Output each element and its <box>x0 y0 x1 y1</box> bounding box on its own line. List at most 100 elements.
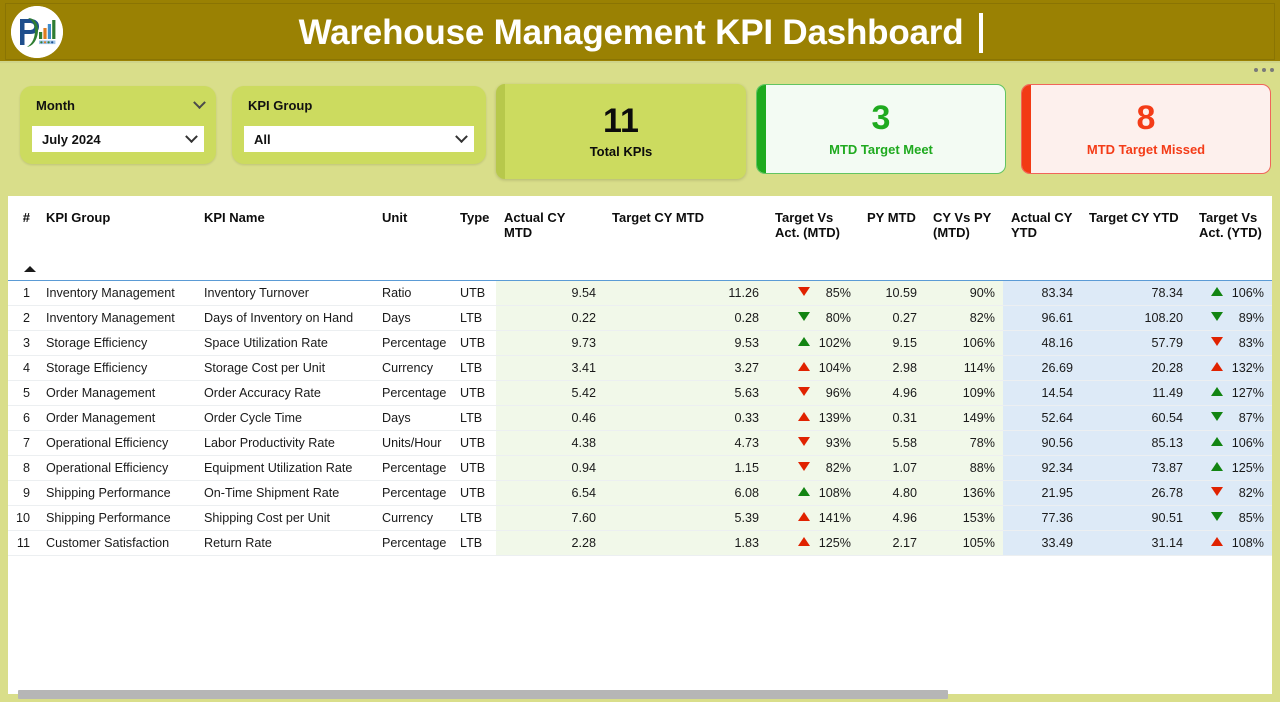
cell-kpi-group: Inventory Management <box>38 280 196 306</box>
cell-target-vs-act-ytd: 83% <box>1191 330 1272 356</box>
table-row[interactable]: 2 Inventory Management Days of Inventory o… <box>8 305 1272 331</box>
more-dot-1 <box>1254 68 1258 72</box>
trend-up-icon <box>798 411 810 421</box>
cell-actual-cy-ytd: 77.36 <box>1003 505 1081 531</box>
trend-down-icon <box>1211 411 1223 421</box>
card-mtd-target-meet[interactable]: 3 MTD Target Meet <box>756 84 1006 174</box>
cell-target-vs-act-ytd-value: 132% <box>1231 360 1264 375</box>
cell-target-vs-act-ytd-value: 82% <box>1238 485 1264 500</box>
table-row[interactable]: 5 Order Management Order Accuracy Rate Perc… <box>8 380 1272 406</box>
col-header-py-mtd[interactable]: PY MTD <box>859 196 925 281</box>
card-mtd-target-missed[interactable]: 8 MTD Target Missed <box>1021 84 1271 174</box>
cell-py-mtd: 9.15 <box>859 330 925 356</box>
cell-target-vs-act-mtd: 104% <box>767 355 859 381</box>
slicer-kpi-group[interactable]: KPI Group All <box>232 86 486 164</box>
horizontal-scrollbar[interactable] <box>18 690 948 699</box>
cell-index: 10 <box>8 505 38 531</box>
cell-target-vs-act-ytd-value: 87% <box>1238 410 1264 425</box>
cell-target-vs-act-mtd: 82% <box>767 455 859 481</box>
cell-target-vs-act-ytd-value: 127% <box>1231 385 1264 400</box>
col-header-target-cy-mtd[interactable]: Target CY MTD <box>604 196 767 281</box>
card-mtd-target-missed-label: MTD Target Missed <box>1086 141 1206 157</box>
cell-index: 7 <box>8 430 38 456</box>
cell-target-cy-mtd: 5.63 <box>604 380 767 406</box>
cell-index: 11 <box>8 530 38 556</box>
table-row[interactable]: 11 Customer Satisfaction Return Rate Percen… <box>8 530 1272 556</box>
trend-up-icon <box>1211 461 1223 471</box>
card-total-kpis-label: Total KPIs <box>589 144 653 160</box>
cell-target-cy-mtd: 5.39 <box>604 505 767 531</box>
cell-actual-cy-mtd: 4.38 <box>496 430 604 456</box>
table-row[interactable]: 1 Inventory Management Inventory Turnover R… <box>8 280 1272 306</box>
cell-target-cy-mtd: 0.33 <box>604 405 767 431</box>
cell-actual-cy-mtd: 9.73 <box>496 330 604 356</box>
cell-target-vs-act-mtd-value: 96% <box>825 385 851 400</box>
cell-kpi-name: Return Rate <box>196 530 374 556</box>
cell-cy-vs-py-mtd: 136% <box>925 480 1003 506</box>
cell-py-mtd: 4.80 <box>859 480 925 506</box>
more-options-icon[interactable] <box>1254 68 1274 72</box>
col-header-actual-cy-ytd[interactable]: Actual CY YTD <box>1003 196 1081 281</box>
cell-unit: Days <box>374 305 452 331</box>
cell-target-cy-ytd: 78.34 <box>1081 280 1191 306</box>
card-mtd-target-meet-value: 3 <box>871 99 891 138</box>
col-header-actual-cy-mtd[interactable]: Actual CY MTD <box>496 196 604 281</box>
table-row[interactable]: 4 Storage Efficiency Storage Cost per Unit… <box>8 355 1272 381</box>
sort-ascending-icon[interactable] <box>24 265 36 272</box>
cell-target-vs-act-mtd: 102% <box>767 330 859 356</box>
cell-type: LTB <box>452 505 496 531</box>
cell-kpi-name: Days of Inventory on Hand <box>196 305 374 331</box>
cell-cy-vs-py-mtd: 90% <box>925 280 1003 306</box>
trend-up-icon <box>1211 286 1223 296</box>
cell-target-vs-act-mtd-value: 139% <box>818 410 851 425</box>
cell-target-vs-act-ytd-value: 85% <box>1238 510 1264 525</box>
cell-target-cy-mtd: 3.27 <box>604 355 767 381</box>
col-header-unit[interactable]: Unit <box>374 196 452 281</box>
cell-cy-vs-py-mtd: 78% <box>925 430 1003 456</box>
cell-kpi-group: Order Management <box>38 405 196 431</box>
cell-target-vs-act-mtd-value: 80% <box>825 310 851 325</box>
col-header-cy-vs-py-mtd[interactable]: CY Vs PY (MTD) <box>925 196 1003 281</box>
col-header-kpi-group[interactable]: KPI Group <box>38 196 196 281</box>
cell-py-mtd: 2.98 <box>859 355 925 381</box>
chevron-down-icon[interactable] <box>455 129 468 143</box>
col-header-type[interactable]: Type <box>452 196 496 281</box>
cell-actual-cy-mtd: 9.54 <box>496 280 604 306</box>
card-total-kpis[interactable]: 11 Total KPIs <box>496 84 746 179</box>
table-row[interactable]: 7 Operational Efficiency Labor Productivit… <box>8 430 1272 456</box>
cell-cy-vs-py-mtd: 106% <box>925 330 1003 356</box>
table-row[interactable]: 8 Operational Efficiency Equipment Utiliza… <box>8 455 1272 481</box>
trend-down-icon <box>798 286 810 296</box>
cell-actual-cy-ytd: 48.16 <box>1003 330 1081 356</box>
cell-unit: Percentage <box>374 380 452 406</box>
cell-target-vs-act-mtd-value: 102% <box>818 335 851 350</box>
trend-up-icon <box>798 361 810 371</box>
table-row[interactable]: 10 Shipping Performance Shipping Cost per … <box>8 505 1272 531</box>
cell-kpi-name: Equipment Utilization Rate <box>196 455 374 481</box>
cell-actual-cy-ytd: 52.64 <box>1003 405 1081 431</box>
slicer-month[interactable]: Month July 2024 <box>20 86 216 164</box>
chevron-down-icon[interactable] <box>185 129 198 143</box>
cell-index: 3 <box>8 330 38 356</box>
cell-py-mtd: 0.27 <box>859 305 925 331</box>
cell-cy-vs-py-mtd: 149% <box>925 405 1003 431</box>
col-header-kpi-name[interactable]: KPI Name <box>196 196 374 281</box>
col-header-target-cy-ytd[interactable]: Target CY YTD <box>1081 196 1191 281</box>
col-header-target-vs-act-mtd[interactable]: Target Vs Act. (MTD) <box>767 196 859 281</box>
cell-cy-vs-py-mtd: 88% <box>925 455 1003 481</box>
cell-target-cy-mtd: 1.15 <box>604 455 767 481</box>
cell-type: UTB <box>452 480 496 506</box>
cell-kpi-name: Labor Productivity Rate <box>196 430 374 456</box>
chevron-down-icon[interactable] <box>193 96 206 110</box>
table-row[interactable]: 9 Shipping Performance On-Time Shipment Ra… <box>8 480 1272 506</box>
col-header-target-vs-act-ytd[interactable]: Target Vs Act. (YTD) <box>1191 196 1272 281</box>
table-row[interactable]: 6 Order Management Order Cycle Time Days LTB… <box>8 405 1272 431</box>
cell-actual-cy-mtd: 7.60 <box>496 505 604 531</box>
slicer-kpi-group-value: All <box>254 131 271 147</box>
slicer-month-dropdown[interactable]: July 2024 <box>32 126 204 152</box>
trend-down-icon <box>1211 511 1223 521</box>
col-header-index[interactable]: # <box>8 196 38 281</box>
slicer-kpi-group-dropdown[interactable]: All <box>244 126 474 152</box>
cell-index: 6 <box>8 405 38 431</box>
table-row[interactable]: 3 Storage Efficiency Space Utilization Rat… <box>8 330 1272 356</box>
